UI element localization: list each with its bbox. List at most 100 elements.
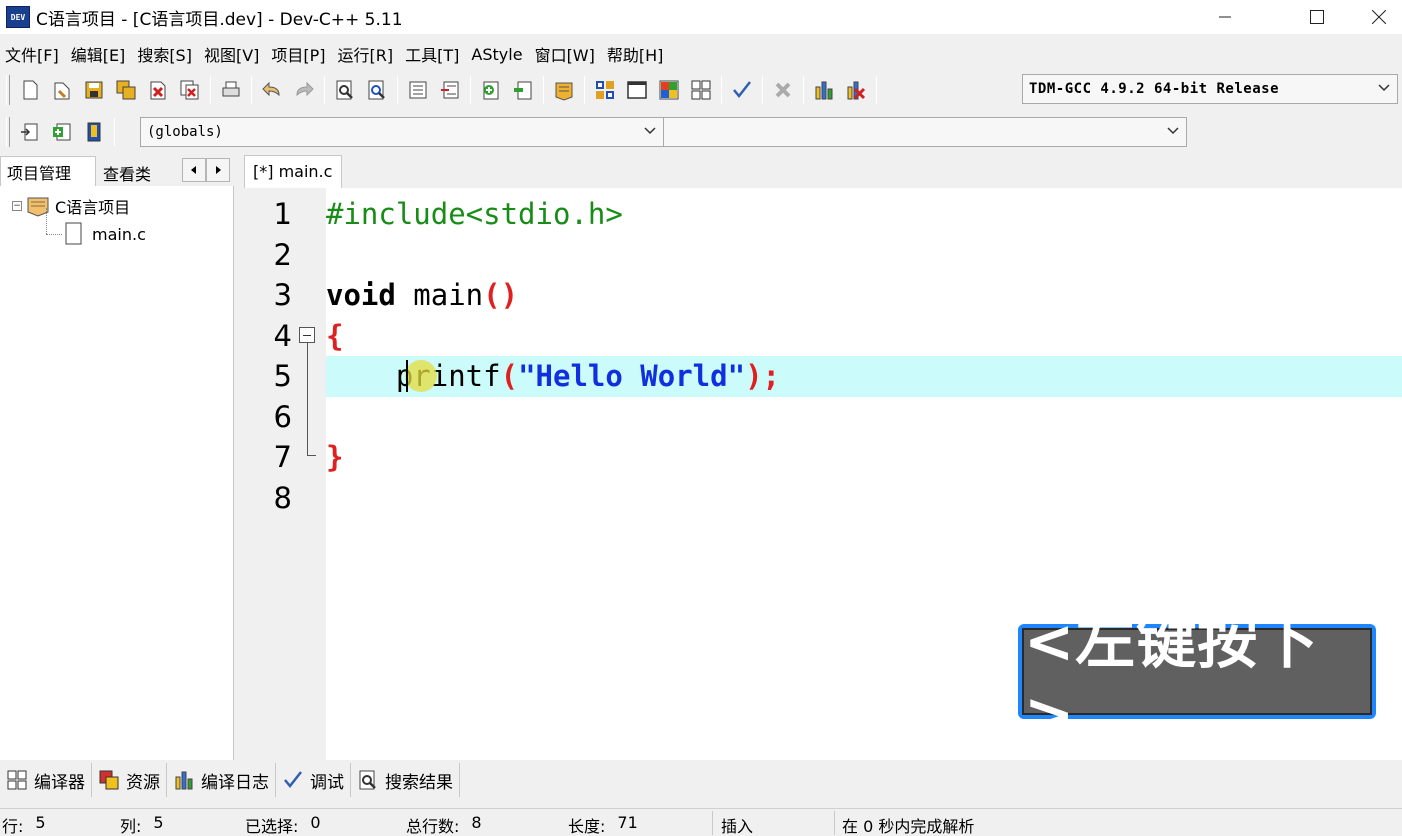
debug-icon: [284, 771, 302, 788]
function-select[interactable]: [663, 117, 1187, 147]
tab-scroll-right-button[interactable]: [206, 158, 230, 182]
bottom-panel-tabs: 编译器 资源 编译日志 调试 搜索结果: [0, 762, 460, 798]
toggle-bookmark-button[interactable]: [48, 117, 76, 147]
key-press-overlay: <左键按下>: [1018, 607, 1376, 750]
indent-button[interactable]: [404, 75, 432, 105]
status-total-value: 8: [471, 813, 482, 832]
replace-button[interactable]: [363, 75, 391, 105]
save-button[interactable]: [80, 75, 108, 105]
save-all-icon: [116, 80, 136, 100]
line-number: 7: [273, 440, 292, 474]
undo-icon: [262, 81, 280, 97]
resources-icon: [99, 770, 119, 790]
maximize-button[interactable]: [1294, 0, 1340, 34]
menu-search[interactable]: 搜索[S]: [132, 42, 197, 66]
tab-scroll-left-button[interactable]: [182, 158, 206, 182]
function-name: main: [395, 278, 484, 312]
tab-debug[interactable]: 调试: [276, 763, 351, 797]
redo-button[interactable]: [290, 75, 318, 105]
menu-window[interactable]: 窗口[W]: [530, 42, 600, 66]
punctuation: (: [500, 359, 519, 393]
app-icon: DEV: [6, 6, 30, 28]
add-to-project-button[interactable]: [477, 75, 505, 105]
keyword: void: [326, 278, 396, 312]
save-all-button[interactable]: [112, 75, 140, 105]
compile-run-button[interactable]: [655, 75, 683, 105]
class-select[interactable]: (globals): [140, 117, 664, 147]
delete-profile-button[interactable]: [842, 75, 870, 105]
close-all-button[interactable]: [176, 75, 204, 105]
close-file-button[interactable]: [144, 75, 172, 105]
menu-help[interactable]: 帮助[H]: [602, 42, 669, 66]
profile-button[interactable]: [810, 75, 838, 105]
redo-icon: [296, 81, 314, 97]
line-number: 4: [273, 318, 292, 353]
find-button[interactable]: [331, 75, 359, 105]
chart-icon: [815, 81, 833, 100]
file-icon: [65, 222, 82, 245]
unindent-button[interactable]: [436, 75, 464, 105]
toolbar-grip[interactable]: [6, 117, 10, 147]
menu-edit[interactable]: 编辑[E]: [66, 42, 131, 66]
rebuild-button[interactable]: [687, 75, 715, 105]
class-select-value: (globals): [147, 124, 223, 140]
insert-button[interactable]: [16, 117, 44, 147]
goto-bookmark-button[interactable]: [80, 117, 108, 147]
project-options-icon: [555, 82, 573, 101]
tab-search-results[interactable]: 搜索结果: [351, 763, 460, 797]
fold-guide-end: [307, 455, 316, 456]
find-icon: [336, 80, 353, 100]
compile-button[interactable]: [591, 75, 619, 105]
tab-main-c[interactable]: [*] main.c: [244, 155, 342, 188]
project-options-button[interactable]: [550, 75, 578, 105]
toolbar-separator: [721, 76, 722, 104]
editor-tabs: [*] main.c: [244, 155, 1402, 188]
stop-execution-button[interactable]: [769, 75, 797, 105]
close-button[interactable]: [1356, 0, 1402, 34]
status-col-value: 5: [153, 813, 164, 832]
rebuild-icon: [691, 80, 711, 100]
menu-run[interactable]: 运行[R]: [333, 42, 399, 66]
tree-node-project[interactable]: − C语言项目: [12, 194, 130, 218]
tab-project[interactable]: 项目管理: [0, 156, 96, 187]
tab-classes[interactable]: 查看类: [97, 158, 171, 188]
close-icon: [1372, 10, 1386, 24]
tab-resources[interactable]: 资源: [92, 763, 167, 797]
title-bar: DEV C语言项目 - [C语言项目.dev] - Dev-C++ 5.11: [0, 0, 1402, 34]
menu-view[interactable]: 视图[V]: [199, 42, 264, 66]
delete-chart-icon: [847, 81, 866, 100]
undo-button[interactable]: [258, 75, 286, 105]
toolbar-separator: [584, 76, 585, 104]
tab-label: 编译器: [34, 772, 85, 793]
print-button[interactable]: [217, 75, 245, 105]
menu-astyle[interactable]: AStyle: [466, 45, 527, 64]
status-col-label: 列:: [120, 817, 142, 836]
status-row-label: 行:: [2, 817, 24, 836]
compiler-select[interactable]: TDM-GCC 4.9.2 64-bit Release: [1022, 74, 1398, 104]
menu-file[interactable]: 文件[F]: [0, 42, 64, 66]
status-divider: [834, 811, 835, 835]
syntax-check-button[interactable]: [728, 75, 756, 105]
search-results-icon: [359, 770, 376, 790]
remove-from-project-button[interactable]: [509, 75, 537, 105]
tab-compile-log[interactable]: 编译日志: [167, 763, 276, 797]
fold-guide: [307, 343, 308, 455]
new-file-button[interactable]: [16, 75, 44, 105]
save-icon: [85, 81, 103, 99]
tab-compiler[interactable]: 编译器: [0, 763, 92, 797]
open-button[interactable]: [48, 75, 76, 105]
compiler-icon: [7, 770, 27, 790]
new-file-icon: [23, 80, 38, 100]
line-number-gutter: 1 2 3 4 5 6 7 8: [244, 188, 326, 760]
run-button[interactable]: [623, 75, 651, 105]
overlay-text: <左键按下>: [1022, 607, 1372, 750]
menu-project[interactable]: 项目[P]: [266, 42, 330, 66]
minimize-button[interactable]: [1202, 0, 1248, 34]
tree-node-file[interactable]: main.c: [64, 222, 146, 246]
collapse-icon[interactable]: −: [12, 201, 22, 211]
fold-toggle-icon[interactable]: [299, 327, 315, 343]
menu-tools[interactable]: 工具[T]: [400, 42, 464, 66]
toolbar-grip[interactable]: [6, 75, 10, 105]
